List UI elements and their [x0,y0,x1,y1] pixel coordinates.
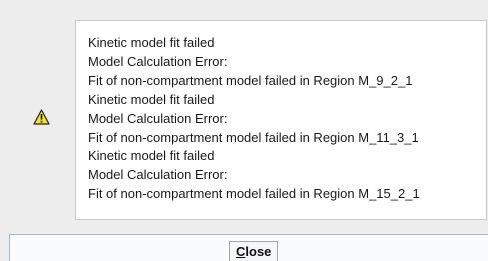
warning-icon [33,109,50,125]
message-line: Fit of non-compartment model failed in R… [88,186,420,202]
message-line: Kinetic model fit failed [88,35,215,50]
message-line: Kinetic model fit failed [88,148,215,164]
message-line: Model Calculation Error: [88,110,228,126]
message-area: Kinetic model fit failed Model Calculati… [75,20,487,220]
message-line: Kinetic model fit failed [88,91,215,107]
close-button-label: lose [245,244,272,259]
message-line: Model Calculation Error: [88,167,228,183]
close-button-mnemonic: C [236,244,246,259]
message-line: Fit of non-compartment model failed in R… [88,129,419,145]
error-dialog: Kinetic model fit failed Model Calculati… [0,0,488,261]
message-line: Model Calculation Error: [88,53,228,69]
close-button[interactable]: Close [229,241,279,261]
button-bar: Close [9,234,488,261]
message-line: Fit of non-compartment model failed in R… [88,72,413,88]
